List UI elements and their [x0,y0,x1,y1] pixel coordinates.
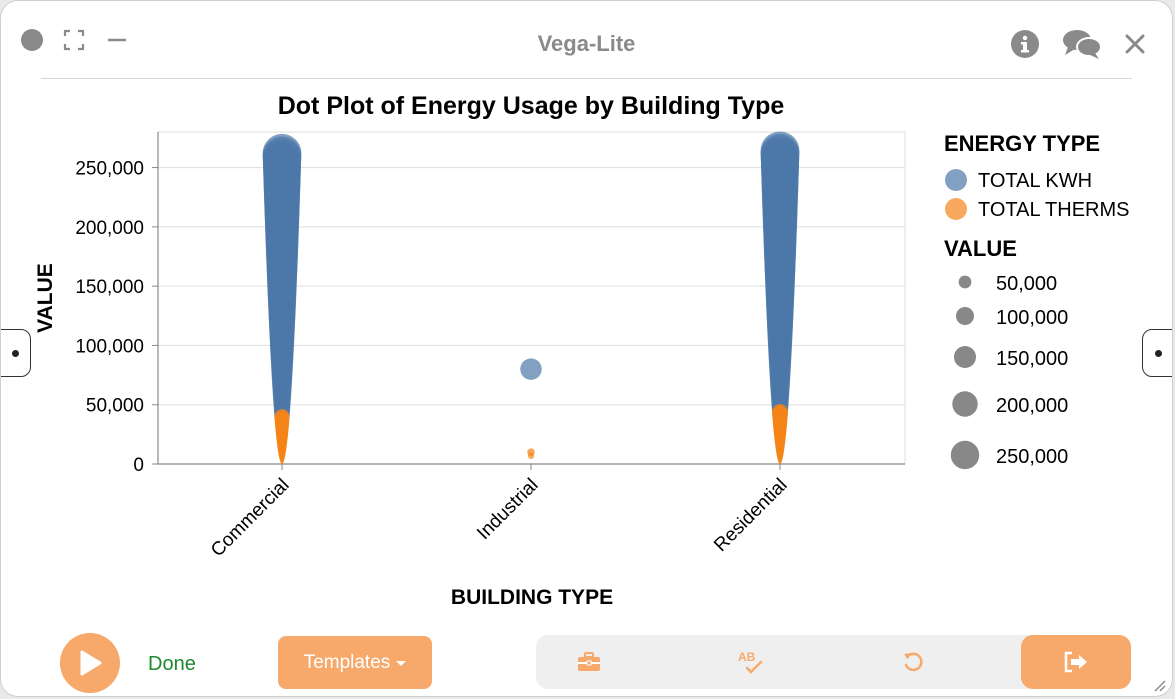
size-legend-label: 100,000 [996,307,1068,329]
handle-dot-icon [1154,349,1162,357]
data-point [520,358,542,380]
size-legend-symbol [958,275,972,289]
y-tick-label: 250,000 [75,159,144,180]
right-panel-handle[interactable] [1142,329,1172,377]
toolbox-icon [578,652,600,671]
editor-toolbar: AB [536,635,1131,689]
data-point [527,448,535,456]
color-legend-title: ENERGY TYPE [944,131,1100,156]
caret-down-icon [396,661,407,666]
size-legend-label: 250,000 [996,446,1068,468]
y-axis-title: VALUE [34,263,57,333]
legend-swatch [945,198,967,220]
export-button[interactable] [1021,635,1131,689]
legend-label: TOTAL KWH [978,170,1092,192]
chart-title: Dot Plot of Energy Usage by Building Typ… [278,92,785,120]
sign-out-icon [1064,651,1087,673]
bottom-bar: Done Templates AB [1,621,1172,696]
play-icon [80,650,102,676]
close-button[interactable] [1124,33,1146,55]
window-actions [1010,28,1146,60]
toolbox-button[interactable] [564,635,614,689]
info-icon [1011,30,1039,58]
size-legend-symbol [950,440,980,470]
close-icon [1125,34,1145,54]
size-legend-symbol [952,391,978,417]
templates-dropdown[interactable]: Templates [278,636,432,689]
run-button[interactable] [60,633,120,693]
legend-swatch [945,169,967,191]
info-button[interactable] [1010,29,1040,59]
y-tick-label: 0 [133,455,144,476]
window-title: Vega-Lite [537,31,636,56]
run-status: Done [148,653,196,675]
title-divider [41,78,1132,79]
undo-icon [904,652,923,672]
app-window: Vega-Lite 0 50,000 100,000 150,000 200,0… [0,0,1173,697]
x-axis-title: BUILDING TYPE [451,586,613,609]
comments-button[interactable] [1062,28,1102,60]
size-legend-title: VALUE [944,236,1017,261]
undo-button[interactable] [888,635,938,689]
legend-label: TOTAL THERMS [978,199,1130,221]
dot-plot-chart: 0 50,000 100,000 150,000 200,000 250,000 Comme… [34,92,1130,609]
x-tick-label: Residential [710,475,791,556]
data-point [772,403,788,420]
size-legend-label: 150,000 [996,348,1068,370]
y-tick-label: 150,000 [75,277,144,298]
data-point [760,131,800,171]
left-panel-handle[interactable] [1,329,31,377]
y-tick-label: 200,000 [75,218,144,239]
spellcheck-button[interactable]: AB [726,635,776,689]
resize-grip-icon[interactable] [1152,678,1166,692]
size-legend-symbol [953,345,977,369]
size-legend-label: 50,000 [996,273,1057,295]
x-tick-label: Commercial [207,475,294,562]
y-tick-label: 100,000 [75,336,144,357]
spellcheck-icon: AB [738,650,763,674]
handle-dot-icon [11,349,19,357]
data-point [262,133,302,173]
size-legend-symbol [956,307,974,325]
y-tick-label: 50,000 [86,396,144,417]
data-point [274,408,290,425]
templates-label: Templates [303,651,391,673]
x-tick-label: Industrial [473,475,542,544]
size-legend-label: 200,000 [996,395,1068,417]
svg-text:AB: AB [738,650,756,664]
comments-icon [1063,30,1102,59]
